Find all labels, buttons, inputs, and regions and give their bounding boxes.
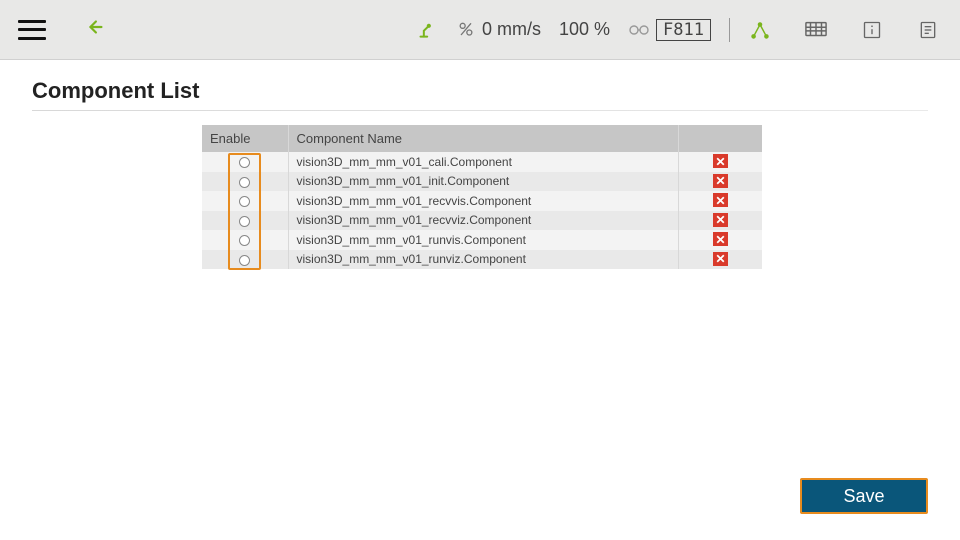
override-value: 100 % [559,19,610,40]
component-name-cell: vision3D_mm_mm_v01_recvvis.Component [288,191,678,211]
action-cell [678,191,762,211]
separator [729,18,730,42]
delete-button[interactable] [713,154,728,168]
drive-status: F811 [628,19,711,41]
component-name-cell: vision3D_mm_mm_v01_runvis.Component [288,230,678,250]
enable-radio[interactable] [239,177,250,188]
component-name-cell: vision3D_mm_mm_v01_runviz.Component [288,250,678,270]
delete-button[interactable] [713,252,728,266]
back-button[interactable] [84,16,106,43]
save-button[interactable]: Save [800,478,928,514]
table-row: vision3D_mm_mm_v01_runvis.Component [202,230,762,250]
action-cell [678,250,762,270]
page-body: Component List Enable Component Name vis… [0,60,960,287]
app-header: 0 mm/s 100 % F811 [0,0,960,60]
component-name-cell: vision3D_mm_mm_v01_cali.Component [288,152,678,172]
override-readout: 100 % [559,19,610,40]
close-icon [715,156,726,167]
enable-cell[interactable] [202,250,288,270]
delete-button[interactable] [713,213,728,227]
enable-radio[interactable] [239,196,250,207]
title-rule [32,110,928,111]
header-name: Component Name [288,125,678,152]
action-cell [678,230,762,250]
close-icon [715,175,726,186]
delete-button[interactable] [713,174,728,188]
table-row: vision3D_mm_mm_v01_recvviz.Component [202,211,762,231]
component-name-cell: vision3D_mm_mm_v01_recvviz.Component [288,211,678,231]
enable-radio[interactable] [239,255,250,266]
action-cell [678,152,762,172]
save-button-label: Save [843,486,884,507]
enable-cell[interactable] [202,172,288,192]
enable-cell[interactable] [202,191,288,211]
component-table: Enable Component Name vision3D_mm_mm_v01… [202,125,762,269]
enable-cell[interactable] [202,211,288,231]
delete-button[interactable] [713,193,728,207]
enable-cell[interactable] [202,152,288,172]
component-table-wrap: Enable Component Name vision3D_mm_mm_v01… [202,125,762,269]
menu-button[interactable] [18,20,46,40]
close-icon [715,234,726,245]
info-icon[interactable] [860,18,884,42]
close-icon [715,214,726,225]
network-icon[interactable] [748,18,772,42]
status-code: F811 [656,19,711,41]
enable-cell[interactable] [202,230,288,250]
action-cell [678,172,762,192]
table-row: vision3D_mm_mm_v01_runviz.Component [202,250,762,270]
enable-radio[interactable] [239,216,250,227]
header-action [678,125,762,152]
log-icon[interactable] [916,18,940,42]
enable-radio[interactable] [239,157,250,168]
table-row: vision3D_mm_mm_v01_recvvis.Component [202,191,762,211]
close-icon [715,195,726,206]
component-name-cell: vision3D_mm_mm_v01_init.Component [288,172,678,192]
delete-button[interactable] [713,232,728,246]
page-title: Component List [32,78,928,104]
close-icon [715,253,726,264]
keyboard-icon[interactable] [804,18,828,42]
enable-radio[interactable] [239,235,250,246]
header-enable: Enable [202,125,288,152]
speed-readout: 0 mm/s [456,19,541,40]
action-cell [678,211,762,231]
table-row: vision3D_mm_mm_v01_cali.Component [202,152,762,172]
table-row: vision3D_mm_mm_v01_init.Component [202,172,762,192]
robot-mode-icon [418,20,438,40]
speed-value: 0 mm/s [482,19,541,40]
